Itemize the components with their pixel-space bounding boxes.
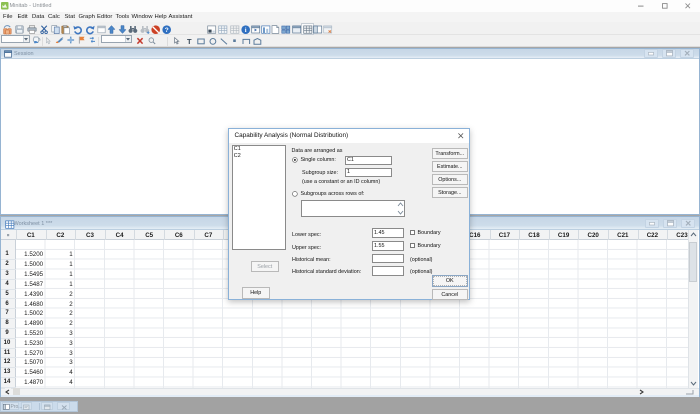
svg-text:?: ?: [164, 26, 168, 33]
svg-text:i: i: [244, 27, 246, 34]
